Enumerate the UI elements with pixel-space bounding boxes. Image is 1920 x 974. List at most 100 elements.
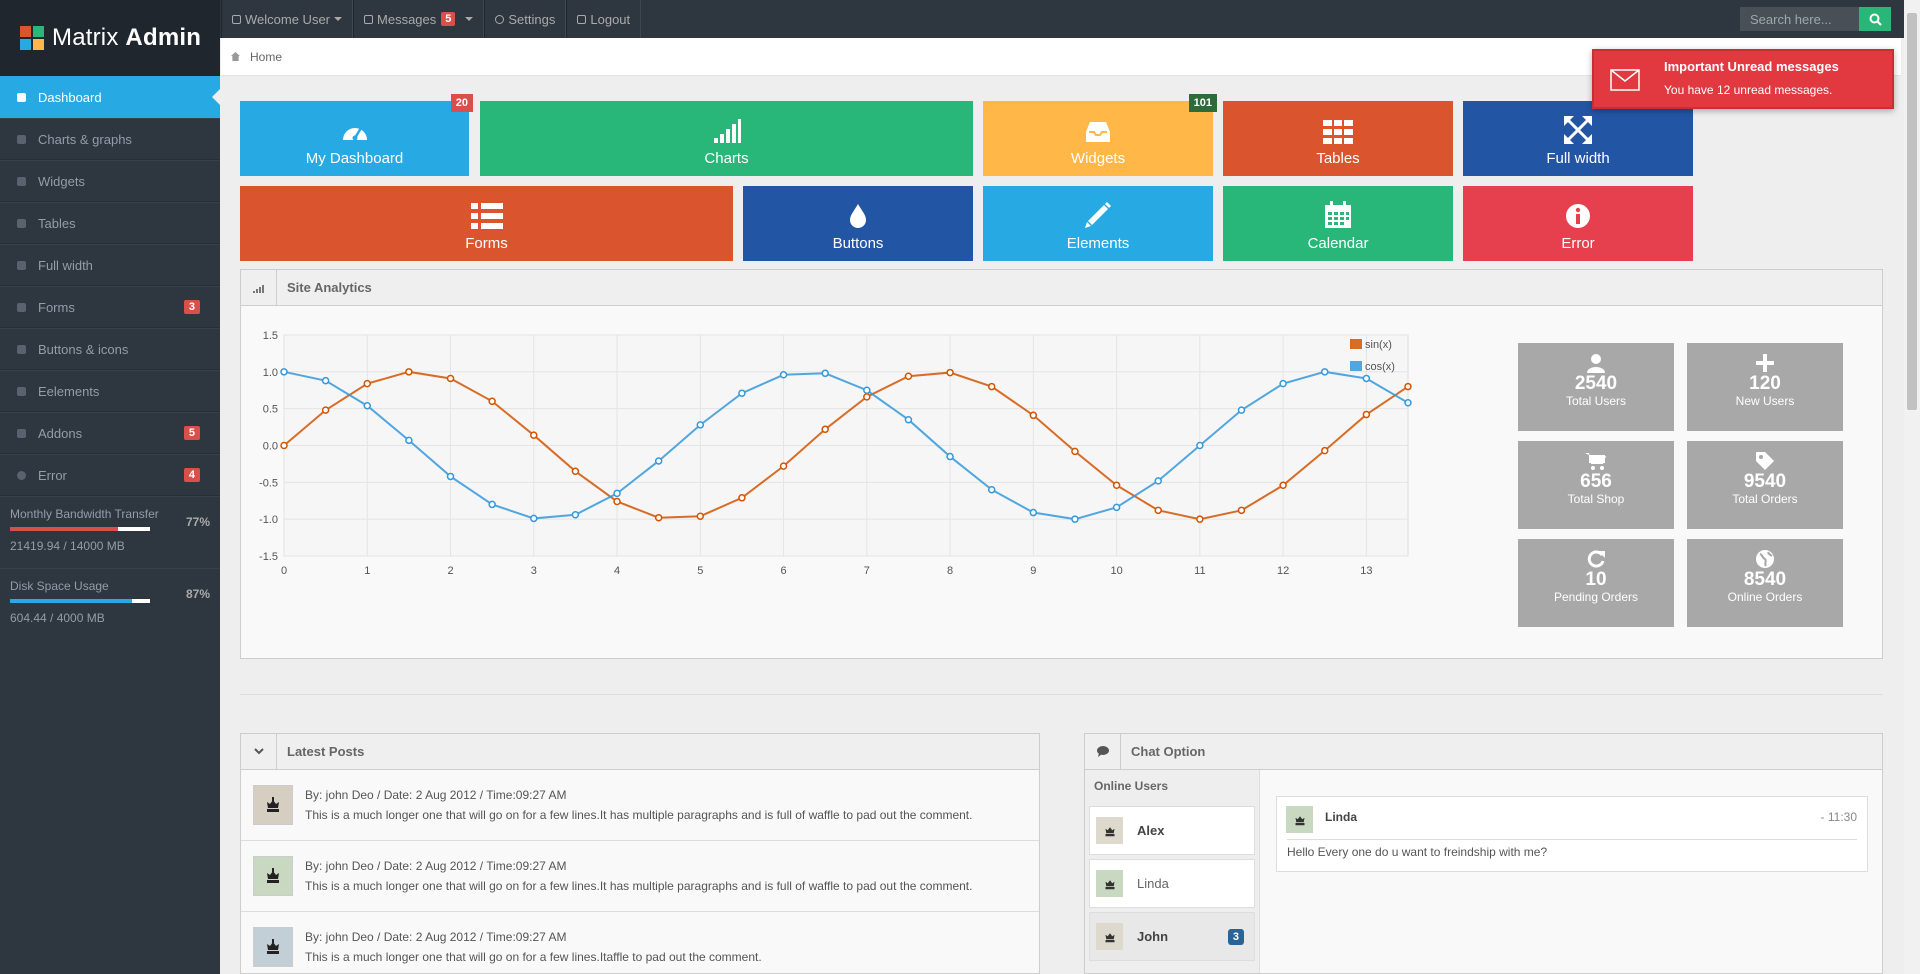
x-tick-label: 11 [1194, 565, 1205, 577]
sidebar: Dashboard Charts & graphs Widgets Tables… [0, 76, 220, 974]
sidebar-item-buttons-icons[interactable]: Buttons & icons [0, 328, 220, 370]
post-meta: By: john Deo / Date: 2 Aug 2012 / Time:0… [305, 788, 567, 802]
breadcrumb-home-link[interactable]: Home [250, 50, 282, 64]
x-tick-label: 6 [780, 565, 786, 577]
search-input[interactable] [1740, 7, 1859, 31]
y-tick-label: -1.5 [259, 551, 278, 563]
chat-user-linda[interactable]: Linda [1089, 859, 1255, 908]
sidebar-item-elements[interactable]: Eelements [0, 370, 220, 412]
plus-icon [1756, 354, 1774, 372]
site-analytics-title: Site Analytics [287, 280, 372, 295]
sidebar-item-widgets[interactable]: Widgets [0, 160, 220, 202]
chat-user-name: Alex [1137, 823, 1165, 838]
sidebar-item-label: Eelements [38, 383, 100, 399]
search-button[interactable] [1859, 7, 1891, 31]
x-tick-label: 4 [614, 565, 620, 577]
inbox-icon [1086, 122, 1110, 142]
data-point [1237, 506, 1246, 515]
x-tick-label: 12 [1277, 565, 1289, 577]
page-scrollbar[interactable] [1904, 0, 1920, 974]
tile-elements[interactable]: Elements [983, 186, 1213, 261]
tile-label: Full width [1546, 150, 1610, 167]
bandwidth-progress-fill [10, 527, 118, 531]
x-tick-label: 9 [1030, 565, 1036, 577]
signal-icon [241, 270, 277, 305]
data-point [863, 386, 871, 394]
sidebar-item-dashboard[interactable]: Dashboard [0, 76, 220, 118]
messages-menu[interactable]: Messages 5 [353, 0, 485, 38]
data-point [1029, 508, 1038, 517]
x-tick-label: 5 [697, 565, 703, 577]
data-point [1279, 379, 1287, 388]
home-icon [231, 52, 240, 61]
data-point [1029, 411, 1038, 420]
disk-progress-fill [10, 599, 132, 603]
sidebar-item-full-width[interactable]: Full width [0, 244, 220, 286]
stat-label: Pending Orders [1553, 590, 1639, 604]
sidebar-item-forms[interactable]: Forms 3 [0, 286, 220, 328]
data-point [821, 425, 829, 434]
tile-label: Charts [704, 150, 749, 167]
tile-full-width[interactable]: Full width [1463, 101, 1693, 176]
x-tick-label: 13 [1360, 565, 1372, 577]
chat-user-john[interactable]: John 3 [1089, 912, 1255, 961]
tile-buttons[interactable]: Buttons [743, 186, 973, 261]
welcome-user-menu[interactable]: Welcome User [221, 0, 354, 38]
stat-pending-orders[interactable]: 10 Pending Orders [1518, 539, 1674, 627]
scrollbar-thumb[interactable] [1907, 13, 1917, 410]
tile-label: My Dashboard [305, 150, 404, 167]
stat-total-orders[interactable]: 9540 Total Orders [1687, 441, 1843, 529]
sidebar-item-addons[interactable]: Addons 5 [0, 412, 220, 454]
tile-charts[interactable]: Charts [480, 101, 973, 176]
sidebar-item-error[interactable]: Error 4 [0, 454, 220, 496]
data-point [987, 382, 996, 391]
tile-calendar[interactable]: Calendar [1223, 186, 1453, 261]
bandwidth-stat: Monthly Bandwidth Transfer 21419.94 / 14… [0, 496, 220, 568]
data-point [446, 374, 455, 383]
data-point [530, 514, 538, 523]
sidebar-item-label: Tables [38, 215, 76, 231]
chat-user-name: John [1137, 929, 1169, 944]
data-point [1112, 503, 1121, 512]
tag-icon [1756, 452, 1774, 470]
brand-logo[interactable]: Matrix Admin [0, 0, 220, 76]
y-tick-label: -0.5 [259, 477, 278, 489]
stat-number: 2540 [1574, 373, 1618, 394]
post-meta: By: john Deo / Date: 2 Aug 2012 / Time:0… [305, 859, 567, 873]
tile-forms[interactable]: Forms [240, 186, 733, 261]
stat-online-orders[interactable]: 8540 Online Orders [1687, 539, 1843, 627]
caret-down-icon [334, 17, 343, 21]
data-point [280, 368, 288, 376]
chess-king-icon [1105, 826, 1114, 836]
sidebar-item-charts[interactable]: Charts & graphs [0, 118, 220, 160]
data-point [1362, 410, 1371, 419]
dashboard-icon [342, 127, 367, 141]
tile-error[interactable]: Error [1463, 186, 1693, 261]
chat-message-divider [1287, 839, 1857, 840]
settings-link[interactable]: Settings [484, 0, 567, 38]
chart-y-ticks: 1.5 1.0 0.5 0.0 -0.5 -1.0 -1.5 [259, 330, 278, 563]
messages-label: Messages [377, 11, 437, 27]
stat-total-shop[interactable]: 656 Total Shop [1518, 441, 1674, 529]
tile-widgets[interactable]: Widgets 101 [983, 94, 1217, 176]
chat-user-alex[interactable]: Alex [1089, 806, 1255, 855]
data-point [321, 376, 330, 385]
bandwidth-percent: 77% [185, 515, 210, 529]
cog-icon [495, 14, 505, 24]
chat-option-title: Chat Option [1131, 744, 1206, 759]
sidebar-item-label: Buttons & icons [38, 341, 129, 357]
disk-progress-bar [10, 599, 150, 603]
stat-new-users[interactable]: 120 New Users [1687, 343, 1843, 431]
tile-tables[interactable]: Tables [1223, 101, 1453, 176]
bandwidth-label: Monthly Bandwidth Transfer [10, 507, 159, 521]
x-tick-label: 7 [864, 565, 870, 577]
home-icon [17, 92, 26, 102]
sidebar-item-tables[interactable]: Tables [0, 202, 220, 244]
data-point [946, 452, 954, 461]
tile-my-dashboard[interactable]: My Dashboard 20 [240, 94, 473, 176]
stat-total-users[interactable]: 2540 Total Users [1518, 343, 1674, 431]
unread-messages-notification[interactable]: Important Unread messages You have 12 un… [1592, 49, 1894, 109]
y-tick-label: -1.0 [259, 514, 278, 526]
logout-link[interactable]: Logout [566, 0, 642, 38]
latest-posts-header[interactable]: Latest Posts [241, 734, 1039, 770]
